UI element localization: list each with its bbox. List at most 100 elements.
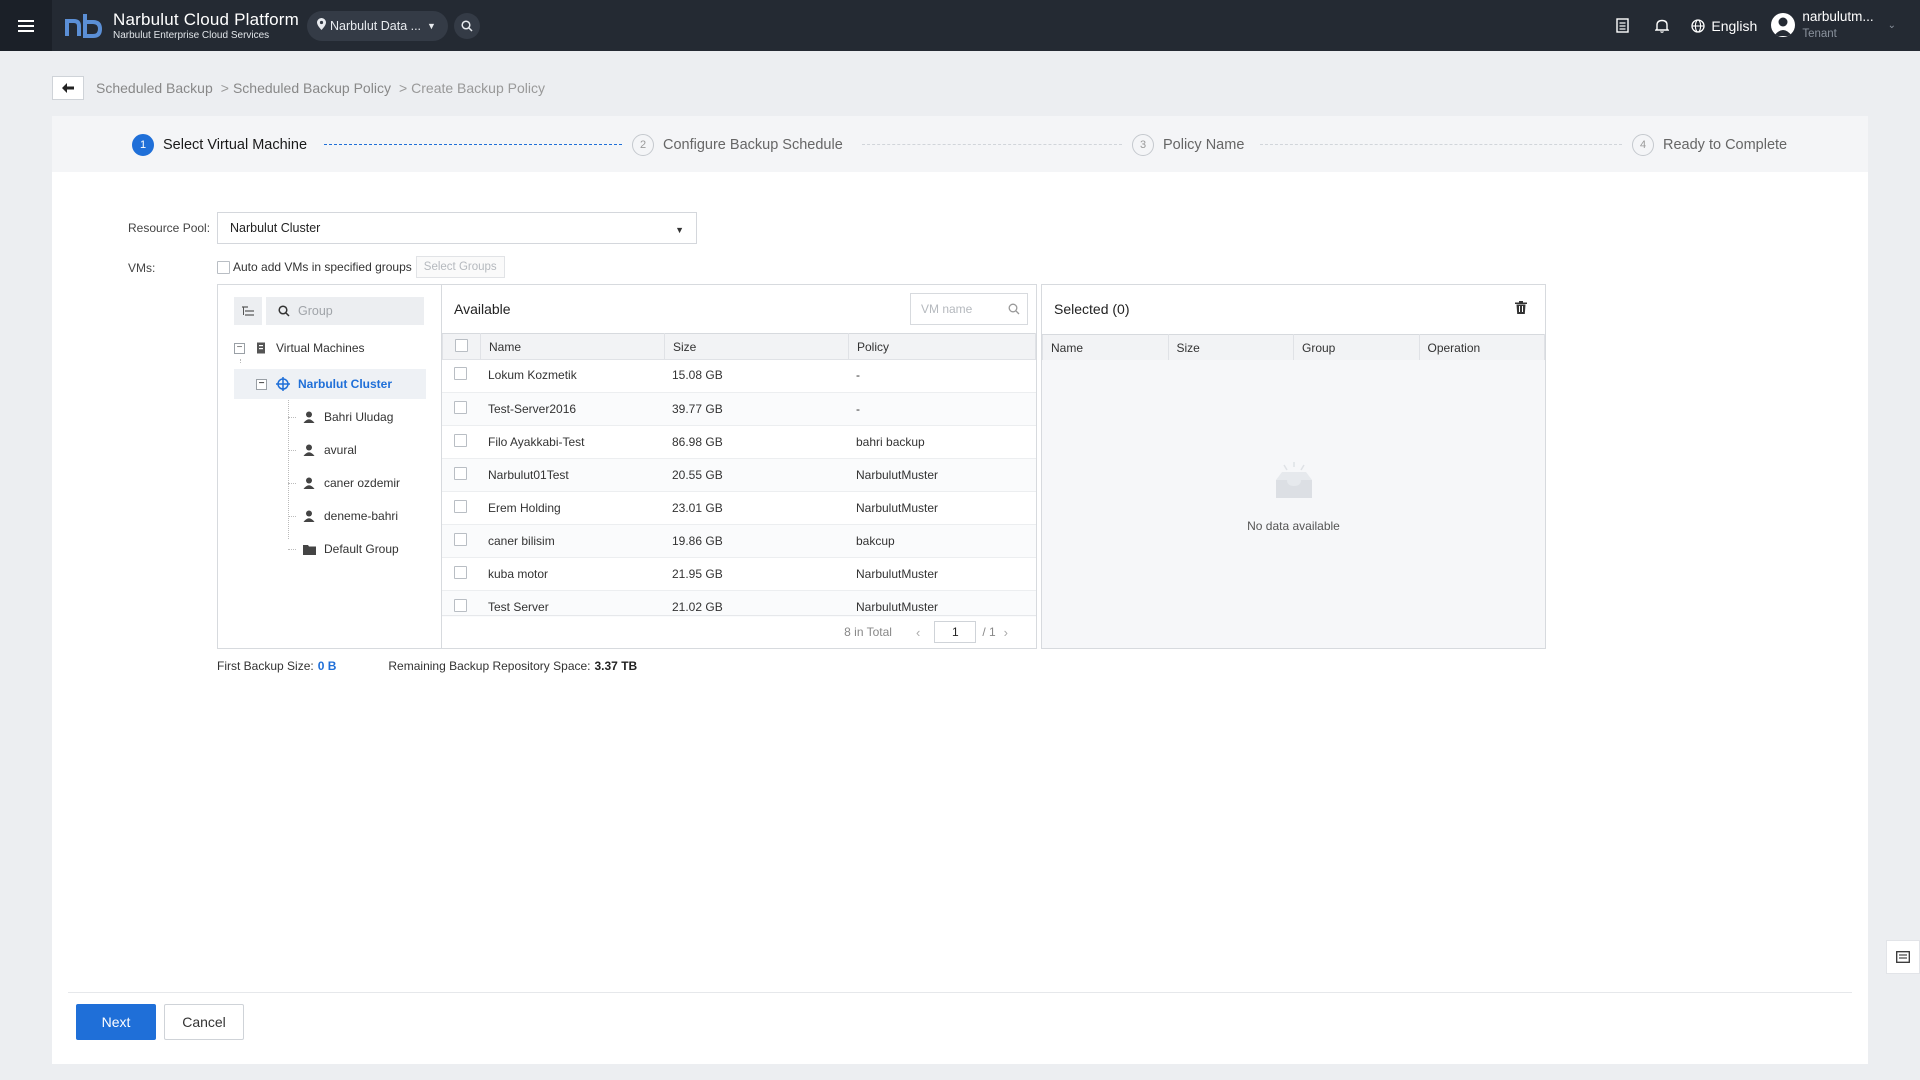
next-button[interactable]: Next	[76, 1004, 156, 1040]
table-row[interactable]: kuba motor 21.95 GB NarbulutMuster	[442, 557, 1036, 591]
column-header-policy[interactable]: Policy	[848, 333, 1036, 360]
auto-add-checkbox[interactable]	[217, 260, 230, 274]
column-header-size[interactable]: Size	[1167, 334, 1294, 361]
tree-node-user[interactable]: deneme-bahri	[302, 505, 398, 527]
tree-line	[288, 516, 296, 517]
page-number-input[interactable]	[934, 621, 977, 643]
vms-label: VMs:	[128, 261, 156, 275]
collapse-icon[interactable]: −	[234, 342, 245, 354]
tree-node-narbulut-cluster[interactable]: − Narbulut Cluster	[234, 369, 426, 399]
arrow-left-icon	[62, 83, 74, 93]
tree-node-user[interactable]: avural	[302, 439, 357, 461]
column-header-name[interactable]: Name	[480, 333, 665, 360]
user-role: Tenant	[1802, 28, 1837, 41]
language-select[interactable]: English	[1691, 18, 1757, 34]
chevron-left-icon[interactable]: ‹	[916, 625, 920, 640]
row-checkbox[interactable]	[454, 499, 467, 513]
datacenter-label: Narbulut Data ...	[330, 18, 422, 33]
available-table-body: Lokum Kozmetik 15.08 GB - Test-Server201…	[442, 359, 1036, 617]
caret-down-icon: ▼	[427, 20, 436, 31]
tree-node-default-group[interactable]: Default Group	[302, 538, 399, 560]
vm-name-search-input[interactable]	[921, 302, 1001, 316]
user-icon	[302, 443, 316, 457]
step-label: Select Virtual Machine	[163, 137, 308, 153]
row-checkbox[interactable]	[454, 367, 467, 381]
resource-pool-label: Resource Pool:	[128, 221, 211, 235]
collapse-icon[interactable]: −	[256, 378, 267, 390]
vm-name-search	[910, 293, 1028, 325]
trash-icon[interactable]	[1515, 301, 1527, 317]
group-search-input[interactable]	[298, 304, 408, 318]
tree-node-label: Bahri Uludag	[324, 410, 394, 424]
remaining-space-label: Remaining Backup Repository Space:	[388, 659, 591, 673]
cluster-icon	[276, 377, 290, 391]
vm-policy: NarbulutMuster	[848, 458, 1036, 492]
breadcrumb-scheduled-backup-policy[interactable]: Scheduled Backup Policy	[233, 80, 391, 96]
side-panel-toggle-icon[interactable]	[1886, 940, 1920, 974]
row-checkbox[interactable]	[454, 598, 467, 612]
breadcrumb-separator: >	[398, 80, 408, 96]
vm-policy: -	[848, 359, 1036, 393]
folder-icon	[302, 542, 316, 556]
user-menu[interactable]: narbulutm... Tenant ⌄	[1771, 9, 1896, 41]
cancel-button[interactable]: Cancel	[164, 1004, 244, 1040]
auto-add-row: Auto add VMs in specified groups Select …	[217, 256, 505, 278]
chevron-right-icon[interactable]: ›	[1004, 625, 1008, 640]
tree-node-user[interactable]: caner ozdemir	[302, 472, 400, 494]
vm-name: caner bilisim	[480, 524, 664, 558]
tree-node-label: caner ozdemir	[324, 476, 401, 490]
resource-pool-select[interactable]: Narbulut Cluster ▼	[217, 212, 697, 244]
step-number: 2	[632, 134, 654, 156]
notification-bell-icon[interactable]	[1651, 15, 1673, 37]
vm-name: Filo Ayakkabi-Test	[480, 425, 664, 459]
step-number: 4	[1632, 134, 1654, 156]
step-number: 3	[1132, 134, 1154, 156]
table-row[interactable]: Erem Holding 23.01 GB NarbulutMuster	[442, 491, 1036, 525]
row-checkbox[interactable]	[454, 400, 467, 414]
tree-line	[240, 359, 241, 363]
tree-node-label: deneme-bahri	[324, 509, 399, 523]
back-button[interactable]	[52, 76, 84, 100]
column-header-operation: Operation	[1418, 334, 1545, 361]
row-checkbox[interactable]	[454, 466, 467, 480]
select-all-checkbox[interactable]	[455, 338, 468, 352]
table-row[interactable]: Test Server 21.02 GB NarbulutMuster	[442, 590, 1036, 617]
task-list-icon[interactable]	[1611, 15, 1633, 37]
table-row[interactable]: Filo Ayakkabi-Test 86.98 GB bahri backup	[442, 425, 1036, 459]
server-icon	[254, 341, 268, 355]
wizard-card: 1 Select Virtual Machine 2 Configure Bac…	[52, 116, 1868, 1064]
backup-summary: First Backup Size: 0 B Remaining Backup …	[217, 659, 637, 673]
table-row[interactable]: Lokum Kozmetik 15.08 GB -	[442, 359, 1036, 393]
tree-node-label: avural	[324, 443, 357, 457]
first-backup-size-label: First Backup Size:	[217, 659, 314, 673]
available-table-header: Name Size Policy	[442, 333, 1036, 360]
app-subtitle: Narbulut Enterprise Cloud Services	[113, 29, 270, 41]
column-header-name[interactable]: Name	[1042, 334, 1169, 361]
column-header-group[interactable]: Group	[1293, 334, 1420, 361]
vm-size: 86.98 GB	[664, 425, 848, 459]
table-row[interactable]: caner bilisim 19.86 GB bakcup	[442, 524, 1036, 558]
tree-node-user[interactable]: Bahri Uludag	[302, 406, 393, 428]
hamburger-menu-icon[interactable]	[0, 0, 52, 51]
empty-state: No data available	[1042, 462, 1545, 533]
datacenter-select[interactable]: Narbulut Data ... ▼	[307, 10, 448, 41]
select-groups-button[interactable]: Select Groups	[415, 256, 505, 278]
column-header-size[interactable]: Size	[664, 333, 849, 360]
table-row[interactable]: Narbulut01Test 20.55 GB NarbulutMuster	[442, 458, 1036, 492]
selected-table-body: No data available	[1042, 360, 1545, 648]
breadcrumb-scheduled-backup[interactable]: Scheduled Backup	[96, 80, 213, 96]
tree-expand-collapse-icon[interactable]	[234, 297, 262, 325]
tree-line	[288, 483, 296, 484]
row-checkbox[interactable]	[454, 433, 467, 447]
vm-size: 19.86 GB	[664, 524, 848, 558]
available-vms-pane: Available Name Size Policy	[442, 284, 1037, 649]
table-row[interactable]: Test-Server2016 39.77 GB -	[442, 392, 1036, 426]
globe-icon	[1691, 18, 1706, 33]
user-icon	[302, 410, 316, 424]
global-search-icon[interactable]	[453, 12, 480, 39]
row-checkbox[interactable]	[454, 532, 467, 546]
search-icon	[1008, 303, 1020, 315]
tree-node-virtual-machines[interactable]: − Virtual Machines	[234, 337, 365, 359]
row-checkbox[interactable]	[454, 565, 467, 579]
search-icon	[278, 305, 290, 317]
